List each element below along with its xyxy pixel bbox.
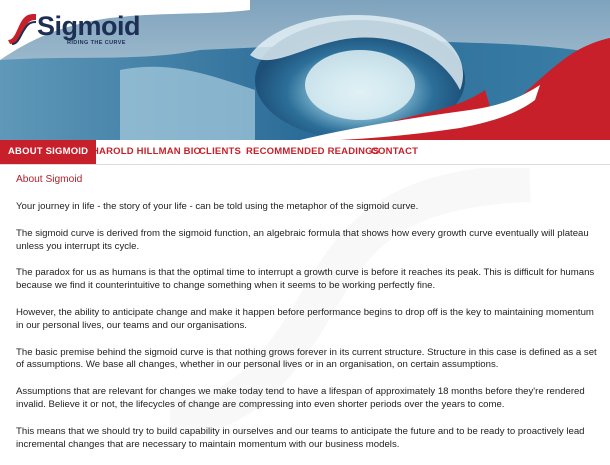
content-paragraph: The paradox for us as humans is that the… [16,267,595,292]
main-content: About Sigmoid Your journey in life - the… [16,173,601,465]
page-title: About Sigmoid [16,174,83,185]
content-paragraph: Your journey in life - the story of your… [16,201,419,212]
content-paragraph: The basic premise behind the sigmoid cur… [16,346,597,371]
logo-wordmark: Sigmoid [37,11,141,41]
nav-item-recommended-readings[interactable]: RECOMMENDED READINGS [246,140,379,164]
logo[interactable]: Sigmoid RIDING THE CURVE [6,6,146,48]
nav-item-clients[interactable]: CLIENTS [199,140,241,164]
header-banner: Sigmoid RIDING THE CURVE [0,0,610,140]
content-paragraph: However, the ability to anticipate chang… [16,306,594,331]
logo-tagline: RIDING THE CURVE [67,40,126,46]
nav-item-harold-hillman-bio[interactable]: HAROLD HILLMAN BIO [92,140,201,164]
content-paragraph: The sigmoid curve is derived from the si… [16,227,589,252]
sigmoid-logo-icon [8,14,37,45]
nav-item-about-sigmoid[interactable]: ABOUT SIGMOID [0,140,97,164]
content-paragraph: Assumptions that are relevant for change… [16,386,585,410]
main-navigation: ABOUT SIGMOID HAROLD HILLMAN BIO CLIENTS… [0,140,610,165]
nav-item-contact[interactable]: CONTACT [371,140,418,164]
